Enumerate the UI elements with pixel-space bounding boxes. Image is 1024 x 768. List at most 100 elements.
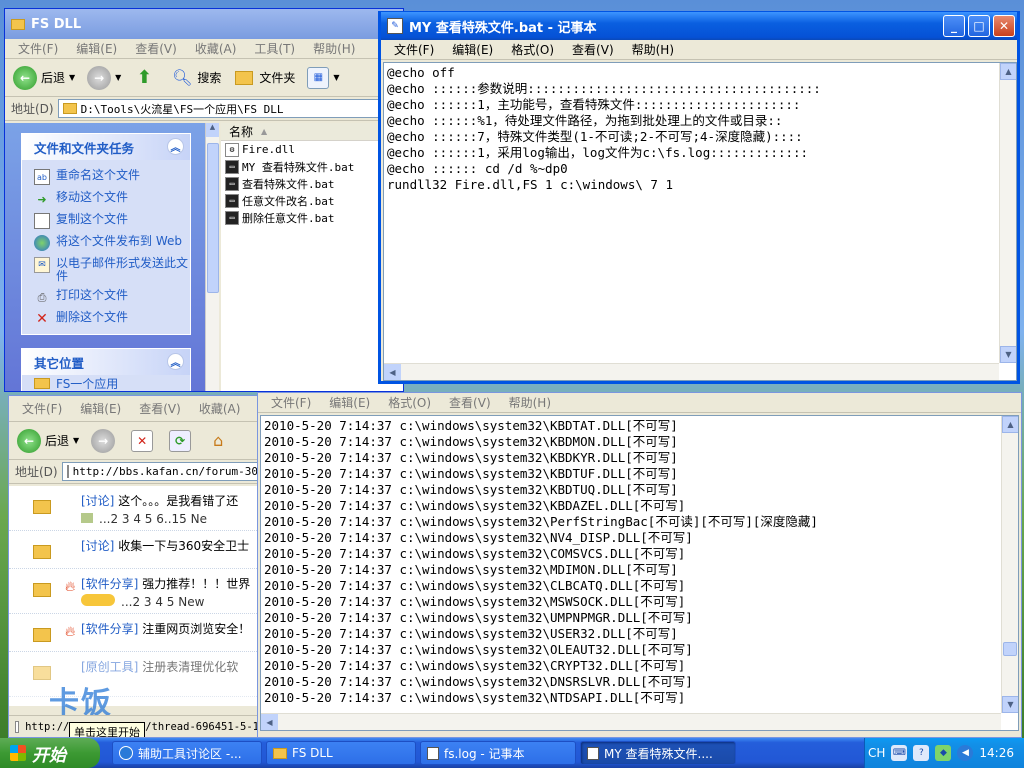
menu-edit[interactable]: 编辑(E) [320,394,379,411]
task-publish[interactable]: 将这个文件发布到 Web [22,232,190,254]
thread-tag[interactable]: [讨论] [81,494,114,508]
back-button[interactable]: ← 后退 ▼ [17,428,79,453]
file-tasks-panel: 文件和文件夹任务 ︽ ab 重命名这个文件 ➜ 移动这个文件 复制这个文件 将这个文… [21,133,191,335]
home-button[interactable]: ⌂ [207,430,233,452]
scroll-left-icon[interactable]: ◀ [261,714,278,730]
search-button[interactable]: 🔍︎ 搜索 [171,67,221,89]
taskbar-item-browser[interactable]: 辅助工具讨论区 -... [112,741,262,765]
scroll-thumb[interactable] [1003,642,1017,656]
file-item[interactable]: ▭ 删除任意文件.bat [221,209,403,226]
scroll-down-icon[interactable]: ▼ [1002,696,1018,713]
scroll-left-icon[interactable]: ◀ [384,364,401,380]
help-icon[interactable]: ? [913,745,930,761]
clock[interactable]: 14:26 [979,746,1014,760]
task-copy[interactable]: 复制这个文件 [22,210,190,232]
refresh-button[interactable]: ⟳ [169,429,195,452]
menu-edit[interactable]: 编辑(E) [443,41,502,58]
menu-file[interactable]: 文件(F) [262,394,320,411]
task-pane-scrollbar[interactable]: ▲ [205,123,219,391]
minimize-button[interactable]: _ [943,15,965,37]
forward-button[interactable]: → ▼ [87,65,121,90]
scroll-down-icon[interactable]: ▼ [1000,346,1016,363]
forum-thread-row[interactable]: [原创工具] 注册表清理优化软 [9,652,259,697]
task-email[interactable]: ✉ 以电子邮件形式发送此文件 [22,254,190,286]
thread-tag[interactable]: [软件分享] [81,577,138,591]
menu-help[interactable]: 帮助(H) [500,394,560,411]
vertical-scrollbar[interactable]: ▲ ▼ [999,63,1016,363]
file-item[interactable]: ▭ 任意文件改名.bat [221,192,403,209]
start-button[interactable]: 开始 [0,738,100,768]
menu-format[interactable]: 格式(O) [379,394,440,411]
taskbar-item-log-notepad[interactable]: fs.log - 记事本 [420,741,576,765]
thread-title[interactable]: 强力推荐！！！世界 [138,577,250,591]
close-button[interactable]: ✕ [993,15,1015,37]
text-line: 2010-5-20 7:14:37 c:\windows\system32\KB… [264,450,678,465]
url-input[interactable]: http://bbs.kafan.cn/forum-30- [61,462,259,481]
thread-tag[interactable]: [原创工具] [81,660,138,674]
thread-pages[interactable]: ...2 3 4 5 New [121,595,204,609]
menu-format[interactable]: 格式(O) [502,41,563,58]
up-button[interactable]: ⬆ [133,67,159,89]
collapse-icon[interactable]: ︽ [167,138,184,155]
horizontal-scrollbar[interactable]: ◀ [261,713,1001,730]
vertical-scrollbar[interactable]: ▲ ▼ [1001,416,1018,713]
maximize-button[interactable]: □ [968,15,990,37]
taskbar-item-explorer[interactable]: FS DLL [266,741,416,765]
file-item[interactable]: ▭ 查看特殊文件.bat [221,175,403,192]
notepad-titlebar[interactable]: ✎ MY 查看特殊文件.bat - 记事本 _ □ ✕ [381,12,1017,40]
scroll-up-icon[interactable]: ▲ [1000,63,1016,80]
thread-title[interactable]: 注册表清理优化软 [138,660,238,674]
menu-file[interactable]: 文件(F) [9,40,67,57]
keyboard-icon[interactable]: ⌨ [891,745,908,761]
network-icon[interactable]: ◆ [935,745,952,761]
menu-view[interactable]: 查看(V) [130,400,190,417]
scroll-up-icon[interactable]: ▲ [1002,416,1018,433]
menu-favorites[interactable]: 收藏(A) [186,40,246,57]
views-button[interactable]: ▦ ▼ [307,66,340,89]
thread-title[interactable]: 收集一下与360安全卫士 [114,539,249,553]
menu-view[interactable]: 查看(V) [126,40,186,57]
thread-tag[interactable]: [软件分享] [81,622,138,636]
task-delete[interactable]: ✕ 删除这个文件 [22,308,190,330]
place-parent-folder[interactable]: FS一个应用 [22,375,190,391]
address-input[interactable]: D:\Tools\火流星\FS一个应用\FS DLL [57,99,403,118]
forum-thread-row[interactable]: [讨论] 这个。。。是我看错了还 ...2 3 4 5 6..15 Ne [9,486,259,531]
other-places-header[interactable]: 其它位置 ︽ [22,349,190,375]
stop-button[interactable]: ✕ [131,429,157,452]
thread-title[interactable]: 这个。。。是我看错了还 [114,494,238,508]
thread-pages[interactable]: ...2 3 4 5 6..15 Ne [99,512,207,526]
column-header-name[interactable]: 名称 ▲ [221,123,403,141]
forum-thread-row[interactable]: 🔥︎ [软件分享] 强力推荐！！！世界 ...2 3 4 5 New [9,569,259,614]
menu-view[interactable]: 查看(V) [440,394,500,411]
menu-edit[interactable]: 编辑(E) [71,400,130,417]
folders-button[interactable]: 文件夹 [233,67,295,89]
bat-text-area[interactable]: @echo off @echo ::::::参数说明:::::::::::::::… [383,62,1017,381]
menu-view[interactable]: 查看(V) [563,41,623,58]
forum-thread-row[interactable]: [讨论] 收集一下与360安全卫士 [9,531,259,569]
file-tasks-header[interactable]: 文件和文件夹任务 ︽ [22,134,190,160]
task-move[interactable]: ➜ 移动这个文件 [22,188,190,210]
menu-favorites[interactable]: 收藏(A) [190,400,250,417]
task-print[interactable]: ⎙ 打印这个文件 [22,286,190,308]
menu-file[interactable]: 文件(F) [13,400,71,417]
forum-thread-row[interactable]: 🔥︎ [软件分享] 注重网页浏览安全！ [9,614,259,652]
thread-tag[interactable]: [讨论] [81,539,114,553]
menu-file[interactable]: 文件(F) [385,41,443,58]
menu-help[interactable]: 帮助(H) [304,40,364,57]
back-button[interactable]: ← 后退 ▼ [13,65,75,90]
language-indicator[interactable]: CH [868,746,885,760]
log-text-area[interactable]: 2010-5-20 7:14:37 c:\windows\system32\KB… [260,415,1019,731]
menu-help[interactable]: 帮助(H) [623,41,683,58]
menu-edit[interactable]: 编辑(E) [67,40,126,57]
collapse-icon[interactable]: ︽ [167,353,184,370]
horizontal-scrollbar[interactable]: ◀ [384,363,999,380]
menu-tools[interactable]: 工具(T) [245,40,304,57]
task-rename[interactable]: ab 重命名这个文件 [22,166,190,188]
thread-title[interactable]: 注重网页浏览安全！ [138,622,250,636]
taskbar-item-bat-notepad[interactable]: MY 查看特殊文件.... [580,741,736,765]
forward-button[interactable]: → [91,428,119,453]
file-item[interactable]: ▭ MY 查看特殊文件.bat [221,158,403,175]
file-item[interactable]: ⚙ Fire.dll [221,141,403,158]
explorer-titlebar[interactable]: FS DLL [5,9,403,39]
volume-icon[interactable]: ◀ [957,745,974,761]
